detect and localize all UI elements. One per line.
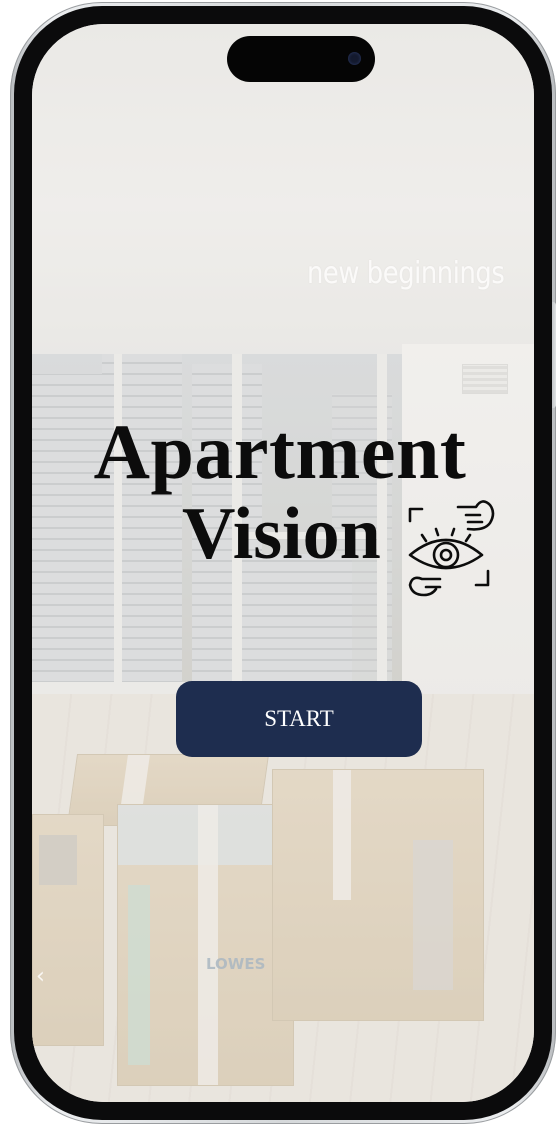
- dynamic-island: [227, 36, 375, 82]
- eye-with-pointing-hands-icon: [408, 500, 495, 597]
- app-title-line2: Vision: [182, 493, 381, 575]
- chevron-left-icon: ‹: [36, 964, 45, 989]
- camera-icon: [348, 52, 361, 65]
- start-button[interactable]: START: [176, 681, 422, 757]
- app-title-line1: Apartment: [93, 408, 467, 495]
- app-screen: LOWES new beginnings Apartment Vision ST…: [32, 24, 534, 1102]
- phone-frame: LOWES new beginnings Apartment Vision ST…: [10, 2, 556, 1124]
- phone-bezel: LOWES new beginnings Apartment Vision ST…: [14, 6, 552, 1120]
